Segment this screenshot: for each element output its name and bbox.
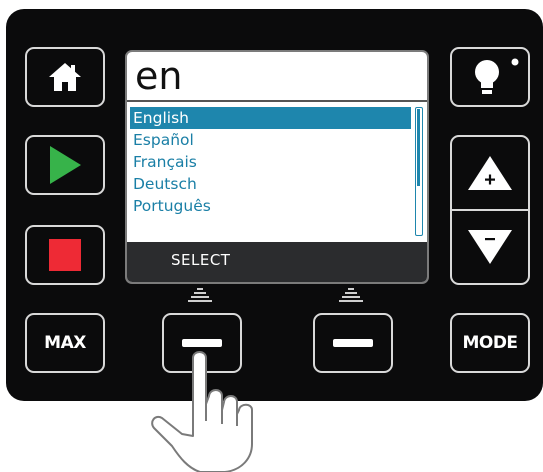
language-item-deutsch[interactable]: Deutsch bbox=[130, 173, 411, 195]
softkey-right-button[interactable] bbox=[313, 313, 393, 373]
down-arrow-minus-icon bbox=[468, 230, 512, 264]
mode-button[interactable]: MODE bbox=[450, 313, 530, 373]
language-item-portugues[interactable]: Português bbox=[130, 195, 411, 217]
light-button[interactable] bbox=[450, 47, 530, 107]
screen-title: en bbox=[135, 54, 183, 98]
mode-button-label: MODE bbox=[462, 333, 518, 353]
list-scrollbar[interactable] bbox=[415, 107, 423, 236]
language-item-espanol[interactable]: Español bbox=[130, 129, 411, 151]
softkey-left-label: SELECT bbox=[171, 251, 231, 269]
dash-icon bbox=[333, 339, 373, 347]
language-item-english[interactable]: English bbox=[130, 107, 411, 129]
up-button[interactable] bbox=[452, 137, 528, 209]
title-divider bbox=[127, 100, 427, 102]
softkey-bar: SELECT bbox=[127, 242, 427, 282]
display-screen: en English Español Français Deutsch Port… bbox=[125, 50, 429, 284]
home-icon bbox=[49, 63, 81, 91]
play-icon bbox=[50, 146, 81, 184]
softkey-right-indicator bbox=[339, 288, 363, 302]
max-button-label: MAX bbox=[44, 333, 86, 353]
lightbulb-icon bbox=[475, 58, 519, 94]
scroll-thumb[interactable] bbox=[417, 109, 420, 186]
pointing-hand-icon bbox=[151, 351, 253, 472]
play-button[interactable] bbox=[25, 135, 105, 195]
down-button[interactable] bbox=[452, 211, 528, 283]
home-button[interactable] bbox=[25, 47, 105, 107]
language-item-francais[interactable]: Français bbox=[130, 151, 411, 173]
up-down-rocker bbox=[450, 135, 530, 285]
up-arrow-plus-icon bbox=[468, 156, 512, 190]
softkey-left-indicator bbox=[188, 288, 212, 302]
stop-button[interactable] bbox=[25, 225, 105, 285]
stop-icon bbox=[49, 239, 81, 271]
max-button[interactable]: MAX bbox=[25, 313, 105, 373]
